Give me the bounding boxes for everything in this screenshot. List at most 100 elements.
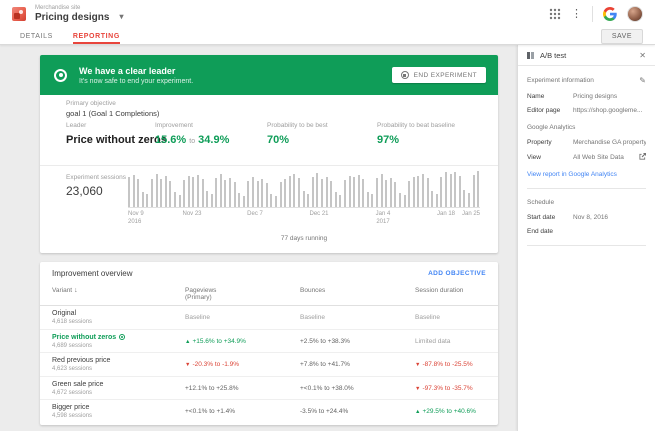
days-running-caption: 77 days running [128, 235, 480, 242]
session-bar [362, 179, 364, 207]
session-bar [353, 177, 355, 207]
session-bar [385, 180, 387, 207]
experiment-sessions-label: Experiment sessions [66, 174, 126, 181]
arrow-down-icon: ▼ [415, 362, 420, 368]
session-bar [321, 179, 323, 207]
session-bar [344, 180, 346, 207]
experiment-title-block[interactable]: Merchandise site Pricing designs ▾ [35, 5, 123, 23]
session-bar [234, 182, 236, 207]
tab-reporting[interactable]: REPORTING [73, 28, 120, 44]
result-card: We have a clear leader It's now safe to … [40, 55, 498, 253]
session-bar [307, 194, 309, 207]
view-report-link[interactable]: View report in Google Analytics [527, 171, 646, 178]
tab-details[interactable]: DETAILS [20, 28, 53, 44]
google-logo-icon[interactable] [603, 7, 617, 21]
edit-pencil-icon[interactable]: ✎ [639, 76, 646, 85]
session-bar [436, 194, 438, 207]
divider [40, 165, 498, 166]
session-bar [477, 171, 479, 207]
session-bar [463, 190, 465, 207]
column-variant[interactable]: Variant↓ [52, 287, 78, 294]
variant-name: Price without zeros [52, 334, 125, 341]
apps-grid-icon[interactable] [549, 8, 561, 20]
session-bar [169, 181, 171, 207]
tab-bar: DETAILS REPORTING SAVE [0, 28, 655, 45]
variant-sessions: 4,672 sessions [52, 390, 92, 396]
user-avatar[interactable] [627, 6, 643, 22]
site-label: Merchandise site [35, 5, 123, 12]
session-bar [312, 177, 314, 207]
session-bar [280, 182, 282, 207]
metric-improvement: Improvement 15.6% to 34.9% [155, 122, 229, 146]
session-bar [417, 176, 419, 207]
session-bar [229, 178, 231, 207]
end-experiment-button[interactable]: END EXPERIMENT [392, 67, 486, 83]
table-row: Bigger price 4,598 sessions +<0.1% to +1… [40, 400, 498, 424]
session-bar [165, 176, 167, 207]
session-bar [220, 174, 222, 207]
session-bar [179, 195, 181, 207]
experiment-information-label: Experiment information ✎ [527, 76, 646, 85]
session-bar [270, 194, 272, 207]
session-bar [192, 177, 194, 207]
metric-leader: Leader Price without zeros [66, 122, 167, 146]
add-objective-button[interactable]: ADD OBJECTIVE [428, 270, 486, 277]
session-bar [440, 177, 442, 207]
session-bar [367, 192, 369, 207]
session-bar [197, 175, 199, 207]
column-bounces[interactable]: Bounces [300, 287, 325, 294]
divider [527, 245, 646, 246]
session-bar [330, 181, 332, 207]
chevron-down-icon[interactable]: ▾ [119, 13, 123, 22]
save-button[interactable]: SAVE [601, 29, 643, 44]
session-bar [399, 193, 401, 207]
view-row: View All Web Site Data [527, 153, 646, 162]
session-bar [224, 180, 226, 207]
end-date-row: End date [527, 228, 646, 235]
session-bar [349, 176, 351, 207]
column-session-duration[interactable]: Session duration [415, 287, 463, 294]
session-bar [275, 196, 277, 207]
google-analytics-label: Google Analytics [527, 124, 646, 131]
metric-prob-baseline: Probability to beat baseline 97% [377, 122, 455, 146]
experiment-sessions-value: 23,060 [66, 184, 103, 198]
improvement-overview-card: Improvement overview ADD OBJECTIVE Varia… [40, 262, 498, 425]
more-vert-icon[interactable]: ⋮ [571, 9, 582, 20]
session-bar [454, 172, 456, 207]
session-bar [247, 181, 249, 207]
session-bar [137, 179, 139, 207]
sort-down-icon: ↓ [74, 287, 78, 294]
session-bar [156, 174, 158, 207]
session-bar [151, 179, 153, 207]
table-column-header: Variant↓ Pageviews(Primary) Bounces Sess… [40, 285, 498, 306]
session-bar [238, 193, 240, 207]
session-bar [394, 182, 396, 207]
arrow-down-icon: ▼ [185, 362, 190, 368]
session-bar [358, 175, 360, 207]
session-bar [243, 196, 245, 207]
session-bar [335, 192, 337, 207]
arrow-up-icon: ▲ [415, 409, 420, 415]
session-bar [202, 179, 204, 207]
target-icon [54, 69, 67, 82]
open-in-new-icon[interactable] [639, 153, 646, 162]
column-pageviews[interactable]: Pageviews(Primary) [185, 287, 216, 301]
session-bar [289, 176, 291, 207]
session-bar [261, 179, 263, 207]
primary-objective-value: goal 1 (Goal 1 Completions) [66, 109, 159, 118]
ab-test-icon [527, 52, 534, 59]
optimize-logo-icon [12, 7, 26, 21]
session-bar [160, 179, 162, 207]
close-icon[interactable]: ✕ [639, 51, 646, 60]
page-title: Pricing designs [35, 12, 109, 23]
sessions-chart-axis: Nov 92016 Nov 23 Dec 7 Dec 21 Jan 42017 … [128, 211, 480, 227]
leader-value: Price without zeros [66, 134, 167, 146]
prob-best-value: 70% [267, 134, 328, 146]
prob-baseline-value: 97% [377, 134, 455, 146]
variant-name: Green sale price [52, 381, 103, 388]
property-row: Property Merchandise GA property [527, 139, 646, 146]
variant-sessions: 4,623 sessions [52, 366, 92, 372]
divider [527, 188, 646, 189]
session-bar [142, 192, 144, 207]
primary-objective-label: Primary objective [66, 100, 116, 107]
